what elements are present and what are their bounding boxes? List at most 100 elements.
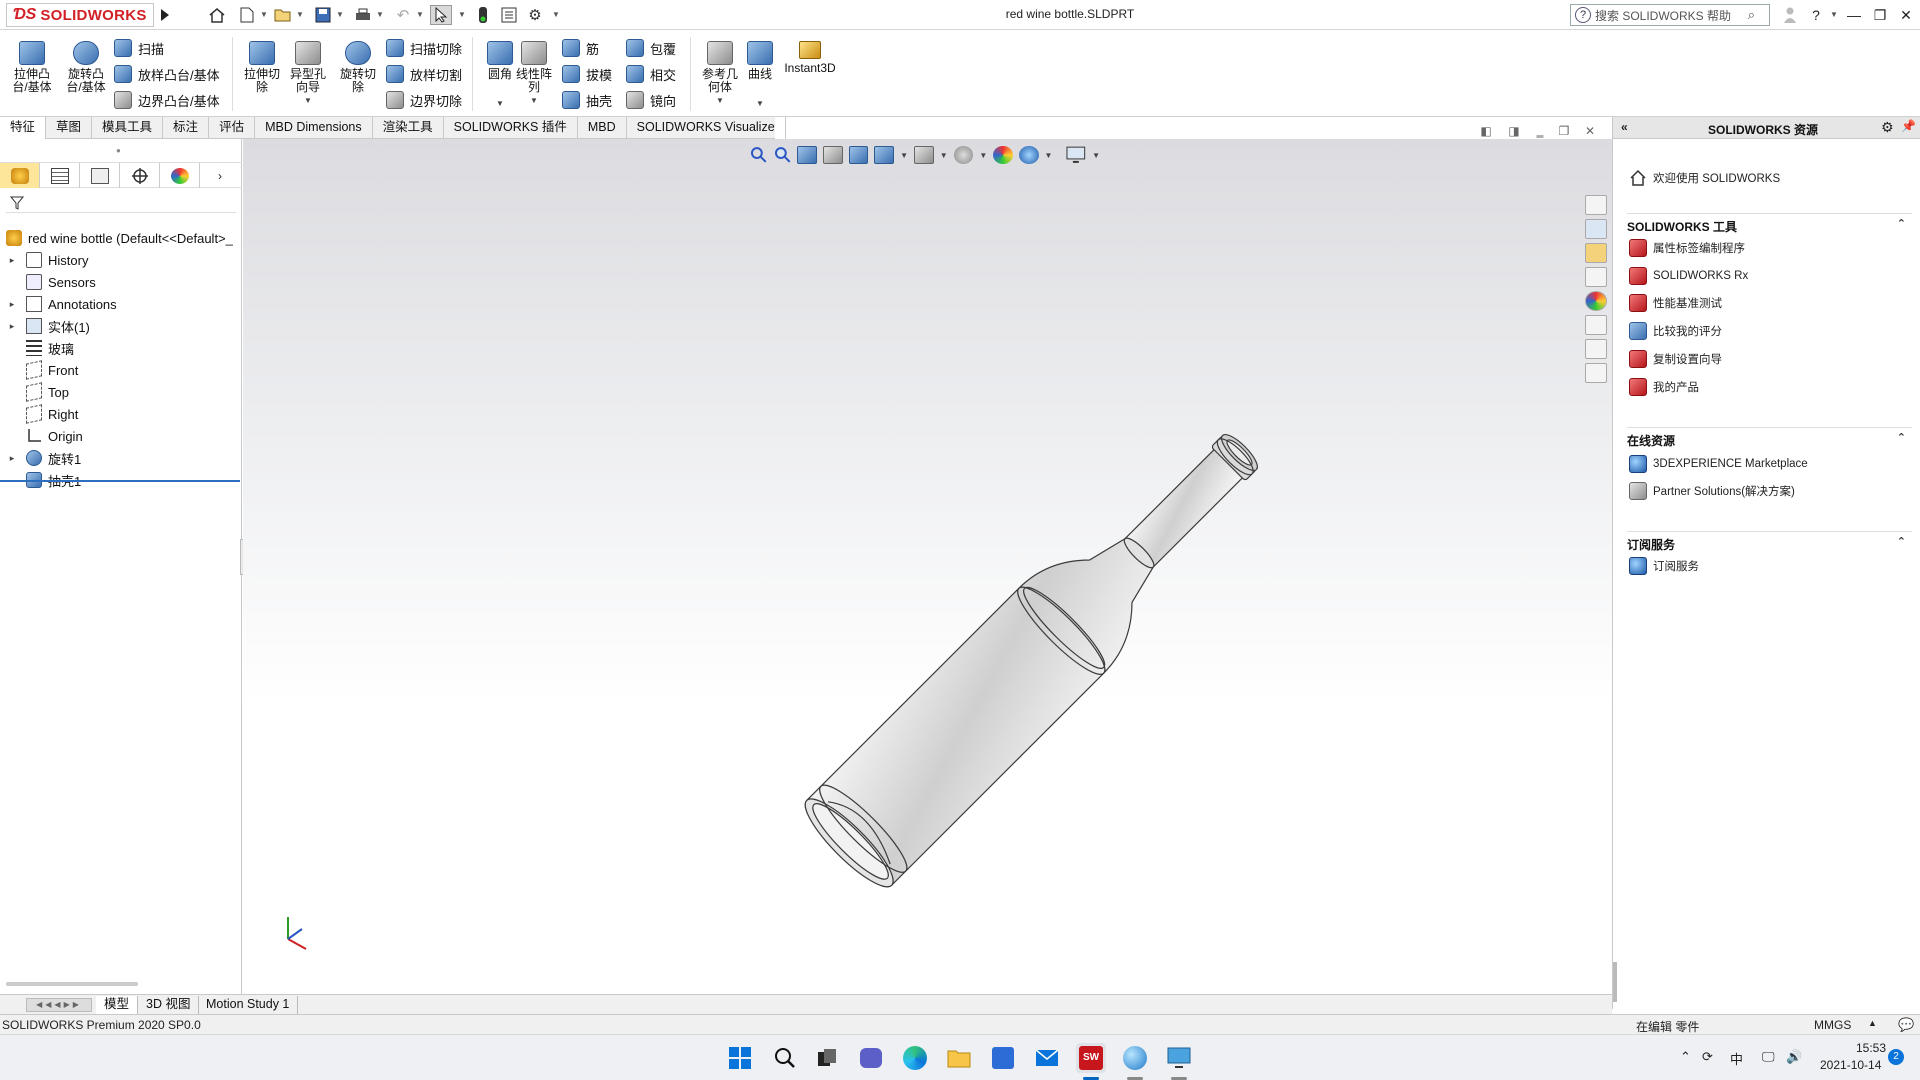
tab-solidworks-addins[interactable]: SOLIDWORKS 插件 [444,117,578,139]
welcome-link[interactable]: 欢迎使用 SOLIDWORKS [1629,167,1780,189]
tools-section-header[interactable]: SOLIDWORKS 工具 ⌃ [1627,213,1912,234]
collapse-section-icon[interactable]: ⌃ [1897,431,1906,444]
horizontal-scrollbar[interactable] [6,982,138,986]
swept-cut-button[interactable]: 扫描切除 [386,37,462,59]
previous-view-icon[interactable] [797,146,818,164]
solidworks-taskbar-icon[interactable]: SW [1076,1043,1106,1073]
globe-app-icon[interactable] [1120,1043,1150,1073]
intersect-button[interactable]: 相交 [626,63,676,85]
rib-button[interactable]: 筋 [562,37,599,59]
task-view-icon[interactable] [812,1043,842,1073]
hole-wizard-dropdown-icon[interactable]: ▼ [304,94,312,107]
viewport-tile-right-icon[interactable]: ◨ [1504,124,1524,140]
status-units[interactable]: MMGS [1814,1018,1851,1032]
tooltip-chat-icon[interactable]: 💬 [1898,1017,1914,1033]
expand-icon[interactable]: ▸ [6,299,18,310]
tab-dimxpert-manager[interactable] [120,163,160,188]
view-orientation-icon[interactable] [874,146,895,164]
feature-tree-filter[interactable] [6,193,236,213]
display-style-icon[interactable] [914,146,934,164]
tab-markup[interactable]: 标注 [163,117,210,139]
boundary-boss-button[interactable]: 边界凸台/基体 [114,89,220,111]
file-explorer-icon[interactable] [1585,243,1607,263]
tree-item-solid-bodies[interactable]: ▸ 实体(1) [0,315,242,337]
open-file-icon[interactable] [272,5,294,25]
select-dropdown-icon[interactable]: ▼ [458,10,466,19]
loft-boss-button[interactable]: 放样凸台/基体 [114,63,220,85]
ime-indicator[interactable]: 中 [1730,1049,1743,1068]
linear-pattern-button[interactable]: 线性阵列 ▼ [508,41,560,111]
sweep-button[interactable]: 扫描 [114,37,164,59]
mail-icon[interactable] [1032,1043,1062,1073]
curves-dropdown-icon[interactable]: ▼ [756,97,764,110]
viewport-tile-left-icon[interactable]: ◧ [1476,124,1496,140]
boundary-cut-button[interactable]: 边界切除 [386,89,462,111]
search-icon[interactable]: ⌕ [1748,7,1755,23]
hide-show-items-icon[interactable] [953,146,974,164]
apply-scene-dropdown-icon[interactable]: ▼ [1045,151,1053,160]
file-properties-icon[interactable] [498,5,520,25]
task-pane-settings-gear-icon[interactable]: ⚙ [1881,119,1894,136]
custom-properties-icon[interactable] [1585,315,1607,335]
restore-icon[interactable]: ❐ [1868,4,1892,26]
wrap-button[interactable]: 包覆 [626,37,676,59]
tree-item-front-plane[interactable]: Front [0,359,242,381]
rollback-bar[interactable] [0,480,240,482]
tree-item-revolve1[interactable]: ▸ 旋转1 [0,447,242,469]
draft-button[interactable]: 拔模 [562,63,612,85]
tool-copy-settings-wizard[interactable]: 复制设置向导 [1629,348,1722,370]
reference-geometry-dropdown-icon[interactable]: ▼ [716,94,724,107]
flyout-arrow-icon[interactable] [158,6,172,24]
wine-bottle-model[interactable] [683,359,1383,919]
tool-performance-benchmark[interactable]: 性能基准测试 [1629,292,1722,314]
section-view-icon[interactable] [823,146,843,164]
print-dropdown-icon[interactable]: ▼ [376,10,384,19]
tab-mbd[interactable]: MBD [578,117,627,139]
zoom-to-area-icon[interactable] [774,146,792,164]
online-partner-solutions[interactable]: Partner Solutions(解决方案) [1629,480,1795,502]
viewport-restore-icon[interactable]: ❐ [1554,124,1574,140]
expand-icon[interactable]: ▸ [6,255,18,266]
tab-features[interactable]: 特征 [0,117,47,139]
clock-date[interactable]: 2021-10-14 [1820,1058,1881,1072]
online-3dexperience-marketplace[interactable]: 3DEXPERIENCE Marketplace [1629,453,1808,475]
instant3d-button[interactable]: Instant3D [780,41,840,111]
clock-time[interactable]: 15:53 [1856,1041,1886,1055]
view-palette-icon[interactable] [1585,267,1607,287]
help-search-input[interactable]: ? 搜索 SOLIDWORKS 帮助 ⌕ [1570,4,1770,26]
tab-scroll-arrows[interactable]: ◀◀◀▶▶ [26,998,92,1012]
teams-chat-icon[interactable] [856,1043,886,1073]
extrude-boss-button[interactable]: 拉伸凸台/基体 [6,41,58,111]
hide-show-dropdown-icon[interactable]: ▼ [979,151,987,160]
apply-scene-icon[interactable] [1018,146,1039,164]
traffic-light-icon[interactable] [472,5,494,25]
view-settings-dropdown-icon[interactable]: ▼ [1092,151,1100,160]
options-gear-icon[interactable]: ⚙ [524,5,546,25]
display-style-dropdown-icon[interactable]: ▼ [940,151,948,160]
pin-icon[interactable]: 📌 [1901,119,1916,133]
tab-motion-study-1[interactable]: Motion Study 1 [198,996,299,1014]
remote-desktop-icon[interactable] [1164,1043,1194,1073]
tab-property-manager[interactable] [40,163,80,188]
new-dropdown-icon[interactable]: ▼ [260,10,268,19]
tab-mold-tools[interactable]: 模具工具 [92,117,164,139]
viewport-close-icon[interactable]: ✕ [1580,124,1600,140]
edit-appearance-icon[interactable] [993,146,1013,164]
revolve-boss-button[interactable]: 旋转凸台/基体 [60,41,112,111]
solidworks-logo[interactable]: ƊS SOLIDWORKS [6,3,154,27]
print-icon[interactable] [352,5,374,25]
microsoft-store-icon[interactable] [988,1043,1018,1073]
viewport-minimize-icon[interactable]: ‗ [1530,124,1550,140]
subscription-services-link[interactable]: 订阅服务 [1629,555,1699,577]
tree-item-origin[interactable]: Origin [0,425,242,447]
start-windows-icon[interactable] [725,1043,755,1073]
tab-configuration-manager[interactable] [80,163,120,188]
curves-button[interactable]: 曲线 ▼ [734,41,786,111]
collapse-pane-icon[interactable]: « [1621,120,1628,134]
select-cursor-icon[interactable] [430,5,452,25]
pane-splitter-grip[interactable]: ● [116,146,121,155]
linear-pattern-dropdown-icon[interactable]: ▼ [530,94,538,107]
tree-root-part[interactable]: red wine bottle (Default<<Default>_ [0,227,242,249]
network-icon[interactable]: 🖵 [1762,1049,1775,1065]
undo-dropdown-icon[interactable]: ▼ [416,10,424,19]
